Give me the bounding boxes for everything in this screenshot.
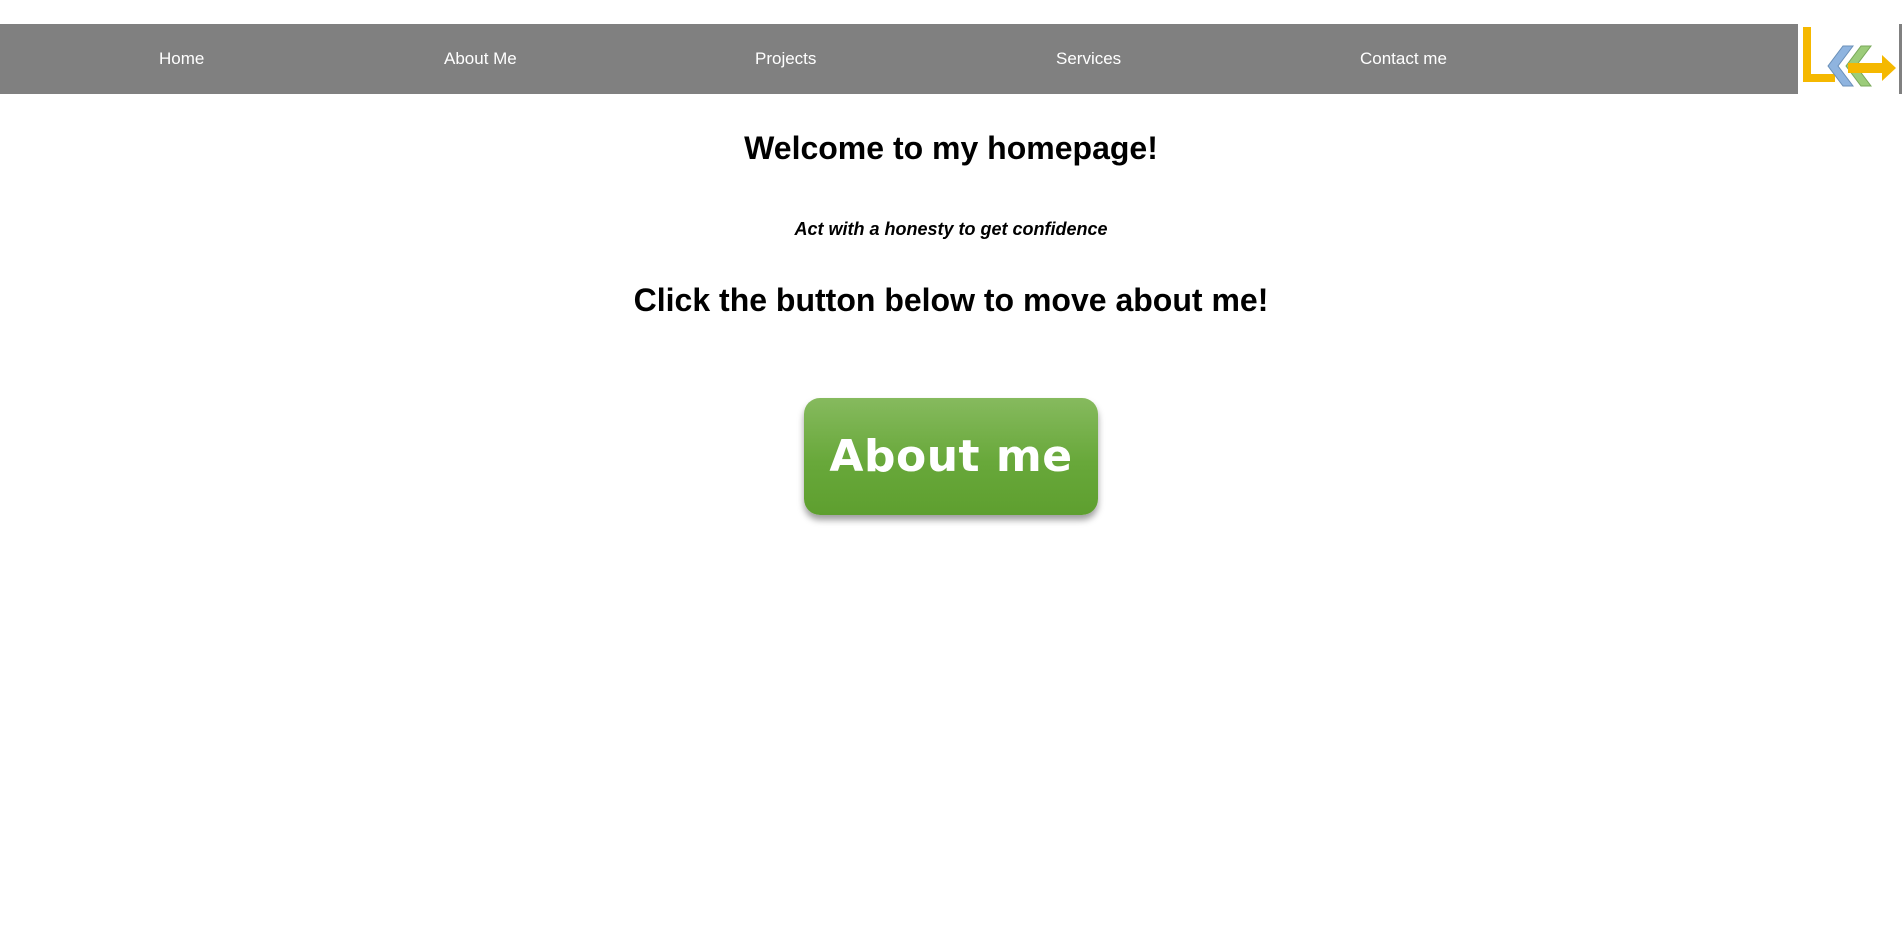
logo[interactable] [1798, 24, 1902, 94]
top-navbar: Home About Me Projects Services Contact … [0, 24, 1798, 94]
welcome-heading: Welcome to my homepage! [744, 130, 1158, 166]
logo-icon [1803, 27, 1896, 87]
nav-link-about-me[interactable]: About Me [444, 24, 517, 94]
page: Home About Me Projects Services Contact … [0, 0, 1902, 947]
nav-link-contact-me[interactable]: Contact me [1360, 24, 1447, 94]
nav-link-home[interactable]: Home [159, 24, 204, 94]
cta-heading: Click the button below to move about me! [633, 282, 1269, 318]
nav-link-services[interactable]: Services [1056, 24, 1121, 94]
quote-text: Act with a honesty to get confidence [794, 219, 1108, 239]
nav-link-projects[interactable]: Projects [755, 24, 816, 94]
about-me-button[interactable]: About me [804, 398, 1098, 515]
